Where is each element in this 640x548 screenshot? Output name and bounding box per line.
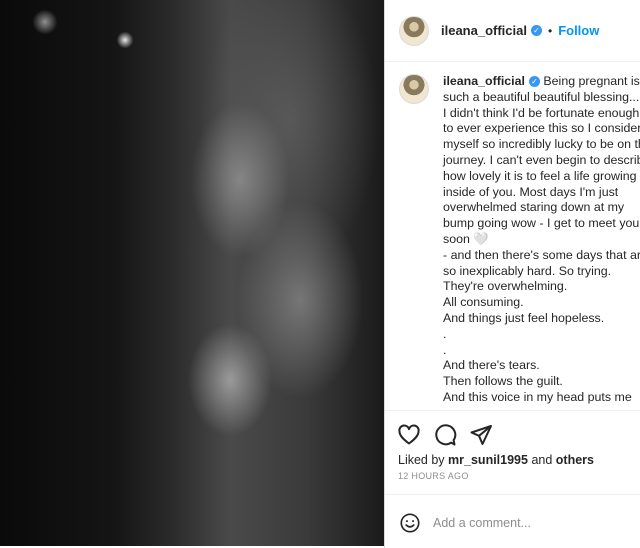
action-icons bbox=[397, 423, 493, 447]
caption-line: Then follows the guilt. bbox=[443, 374, 563, 389]
caption-line: I didn't think I'd be fortunate enough bbox=[443, 105, 640, 120]
post-side-panel: ileana_official ✓ • Follow ileana_offici… bbox=[385, 0, 640, 548]
caption-line: - and then there's some days that are bbox=[443, 247, 640, 262]
caption-line: soon 🤍 bbox=[443, 231, 489, 246]
caption-line: myself so incredibly lucky to be on this bbox=[443, 137, 640, 152]
caption-line: . bbox=[443, 342, 447, 357]
separator-dot: • bbox=[547, 23, 553, 38]
caption-line: And this voice in my head puts me bbox=[443, 389, 632, 404]
caption-line: Being pregnant is bbox=[543, 74, 640, 88]
likes-summary: Liked by mr_sunil1995 and others bbox=[398, 453, 594, 467]
caption-line: inside of you. Most days I'm just bbox=[443, 184, 619, 199]
post-header: ileana_official ✓ • Follow bbox=[385, 0, 640, 62]
comment-box bbox=[385, 494, 640, 548]
avatar[interactable] bbox=[399, 15, 429, 46]
caption-text: ileana_official ✓ Being pregnant is such … bbox=[443, 74, 640, 406]
comment-input[interactable] bbox=[433, 512, 633, 534]
share-icon[interactable] bbox=[469, 423, 493, 447]
header-username[interactable]: ileana_official bbox=[441, 23, 527, 38]
caption-username[interactable]: ileana_official bbox=[443, 74, 525, 88]
follow-button[interactable]: Follow bbox=[558, 23, 599, 38]
caption-line: how lovely it is to feel a life growing bbox=[443, 168, 637, 183]
caption-line: such a beautiful beautiful blessing... bbox=[443, 89, 640, 104]
caption-line: journey. I can't even begin to describe bbox=[443, 152, 640, 167]
caption-area[interactable]: ileana_official ✓ Being pregnant is such … bbox=[385, 62, 640, 410]
comment-icon[interactable] bbox=[433, 423, 457, 447]
caption-line: so inexplicably hard. So trying. bbox=[443, 263, 612, 278]
caption-line: . bbox=[443, 326, 447, 341]
post-photo[interactable] bbox=[0, 0, 384, 546]
liked-others-link[interactable]: others bbox=[556, 453, 594, 467]
heart-icon[interactable] bbox=[397, 423, 421, 447]
liked-prefix: Liked by bbox=[398, 453, 445, 467]
liked-user-link[interactable]: mr_sunil1995 bbox=[448, 453, 528, 467]
caption-line: And things just feel hopeless. bbox=[443, 310, 605, 325]
verified-badge-icon: ✓ bbox=[530, 25, 542, 36]
smiley-icon[interactable] bbox=[399, 512, 421, 539]
liked-and: and bbox=[531, 453, 553, 467]
caption-line: They're overwhelming. bbox=[443, 279, 568, 294]
post-modal: ileana_official ✓ • Follow ileana_offici… bbox=[0, 0, 640, 548]
caption-line: bump going wow - I get to meet you bbox=[443, 216, 640, 231]
caption-avatar[interactable] bbox=[399, 74, 429, 104]
caption-line: to ever experience this so I consider bbox=[443, 121, 640, 136]
caption-first-line: ileana_official ✓ Being pregnant is bbox=[443, 74, 640, 90]
caption-line: All consuming. bbox=[443, 295, 524, 310]
caption-line: overwhelmed staring down at my bbox=[443, 200, 625, 215]
caption-line: And there's tears. bbox=[443, 358, 540, 373]
post-timestamp[interactable]: 12 HOURS AGO bbox=[398, 471, 469, 481]
verified-badge-icon: ✓ bbox=[528, 76, 540, 88]
